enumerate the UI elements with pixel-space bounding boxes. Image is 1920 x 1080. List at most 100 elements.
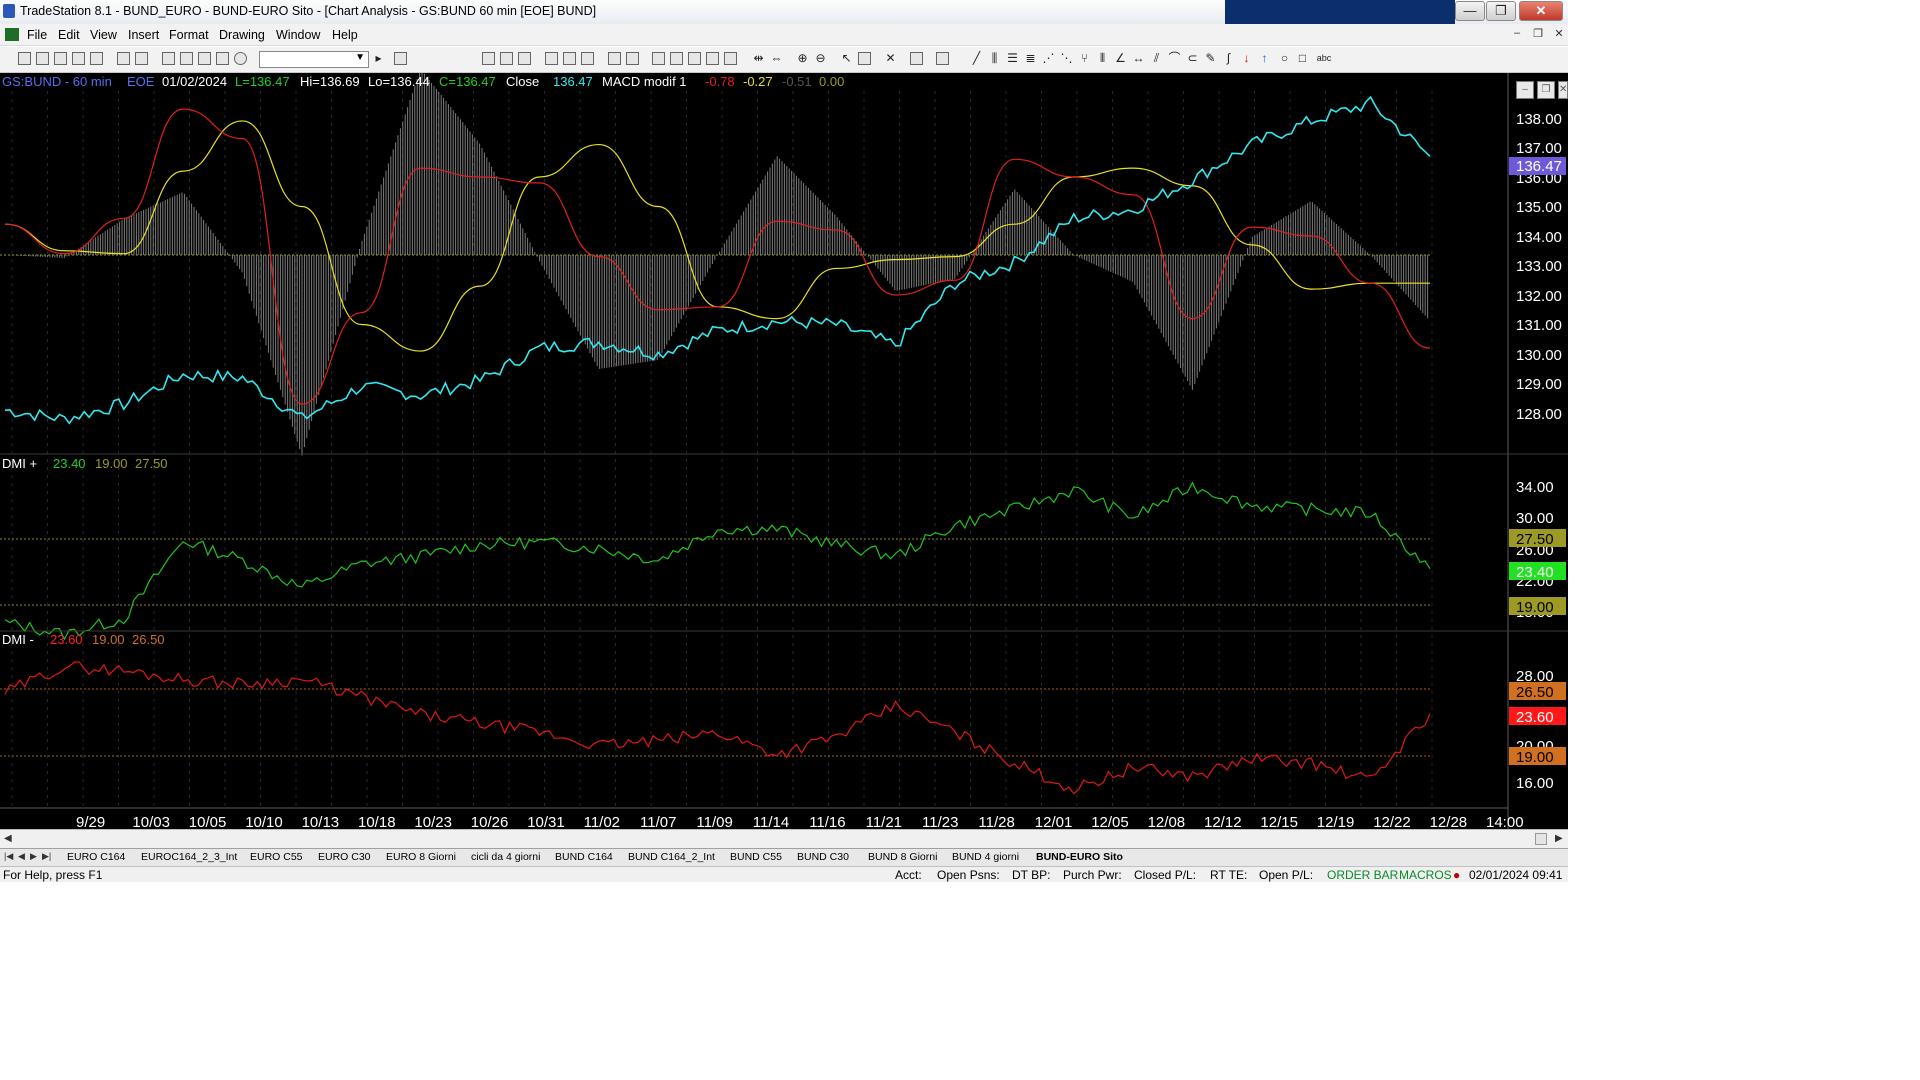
new-window-icon[interactable] — [72, 52, 85, 65]
lock-icon[interactable] — [198, 52, 211, 65]
chart-icon[interactable] — [545, 52, 558, 65]
refresh-icon[interactable] — [563, 52, 576, 65]
vertical-lines-icon[interactable]: ⫼ — [988, 52, 1001, 65]
scroll-left-icon[interactable]: ◀ — [4, 833, 12, 844]
menu-insert[interactable]: Insert — [128, 28, 159, 42]
next-tab-icon[interactable]: ▶ — [30, 851, 37, 862]
rectangle-icon[interactable]: □ — [1296, 52, 1309, 65]
tab-bund-c164-2-int[interactable]: BUND C164_2_Int — [628, 851, 715, 863]
tab-euroc164-2-3-int[interactable]: EUROC164_2_3_Int — [141, 851, 237, 863]
chart-minimize-button[interactable]: – — [1516, 81, 1534, 99]
matrix-icon[interactable] — [670, 52, 683, 65]
tab-euro-8-giorni[interactable]: EURO 8 Giorni — [386, 851, 456, 863]
pointer-icon[interactable]: ↖ — [840, 52, 853, 65]
tab-cicli-da-4-giorni[interactable]: cicli da 4 giorni — [471, 851, 540, 863]
open-workspace-icon[interactable] — [54, 52, 67, 65]
hotlist-icon[interactable] — [688, 52, 701, 65]
gann-fan-icon[interactable]: ⋰ — [1042, 52, 1055, 65]
radar-icon[interactable] — [608, 52, 621, 65]
menu-file[interactable]: File — [27, 28, 47, 42]
close-button[interactable]: ✕ — [1519, 1, 1563, 21]
regression-icon[interactable]: ∠ — [1114, 52, 1127, 65]
scroll-thumb[interactable] — [1535, 833, 1547, 845]
paint-icon[interactable] — [216, 52, 229, 65]
bars-icon[interactable] — [706, 52, 719, 65]
horizontal-scrollbar[interactable]: ◀ ▶ — [0, 829, 1568, 848]
mdi-minimize-button[interactable]: – — [1508, 27, 1526, 43]
andrews-pitchfork-icon[interactable]: ⑂ — [1078, 52, 1091, 65]
compress-icon[interactable]: ⇔ — [770, 52, 783, 65]
globe-icon[interactable] — [234, 52, 247, 65]
link-icon[interactable] — [581, 52, 594, 65]
trendline-icon[interactable]: ╱ — [970, 52, 983, 65]
minimize-button[interactable]: — — [1455, 1, 1485, 21]
print-icon[interactable] — [135, 52, 148, 65]
menu-format[interactable]: Format — [169, 28, 209, 42]
symbol-search-icon[interactable] — [394, 52, 407, 65]
zoom-in-icon[interactable]: ⊕ — [796, 52, 809, 65]
options-icon[interactable] — [652, 52, 665, 65]
symbol-combo[interactable]: ▼ — [259, 51, 369, 68]
up-arrow-icon[interactable]: ↑ — [1258, 52, 1271, 65]
copy-icon[interactable] — [180, 52, 193, 65]
tab-bund-c164[interactable]: BUND C164 — [555, 851, 613, 863]
text-tool-icon[interactable]: abc — [1314, 52, 1334, 65]
ellipse-icon[interactable]: ⊂ — [1186, 52, 1199, 65]
tab-bund-c30[interactable]: BUND C30 — [797, 851, 849, 863]
prev-tab-icon[interactable]: ◀ — [18, 851, 25, 862]
open-icon[interactable] — [36, 52, 49, 65]
menu-view[interactable]: View — [90, 28, 117, 42]
circle-icon[interactable]: ○ — [1278, 52, 1291, 65]
arrow-horizontal-icon[interactable]: ↔ — [1132, 52, 1145, 65]
mdi-restore-button[interactable]: ❐ — [1529, 27, 1547, 43]
new-icon[interactable] — [18, 52, 31, 65]
expand-icon[interactable]: ⇹ — [752, 52, 765, 65]
tools-icon[interactable]: ✕ — [884, 52, 897, 65]
scroll-right-icon[interactable]: ▶ — [1555, 833, 1563, 844]
tab-bund-4-giorni[interactable]: BUND 4 giorni — [952, 851, 1019, 863]
fibonacci-icon[interactable]: ≣ — [1024, 52, 1037, 65]
horizontal-lines-icon[interactable]: ☰ — [1006, 52, 1019, 65]
order-bar-button[interactable]: ORDER BAR — [1327, 868, 1398, 882]
scanner-icon[interactable] — [626, 52, 639, 65]
menu-edit[interactable]: Edit — [58, 28, 80, 42]
tab-euro-c164[interactable]: EURO C164 — [67, 851, 125, 863]
save-icon[interactable] — [90, 52, 103, 65]
first-tab-icon[interactable]: |◀ — [4, 851, 13, 862]
chart-restore-button[interactable]: ❐ — [1537, 81, 1555, 99]
mdi-close-button[interactable]: ✕ — [1550, 27, 1568, 43]
parallel-lines-icon[interactable]: ⫽ — [1150, 52, 1163, 65]
time-zones-icon[interactable]: ⦀ — [1096, 52, 1109, 65]
arc-icon[interactable]: ⌒ — [1168, 52, 1181, 65]
grid-icon[interactable] — [518, 52, 531, 65]
speed-lines-icon[interactable]: ⋱ — [1060, 52, 1073, 65]
insert-indicator-icon[interactable] — [858, 52, 871, 65]
format-icon[interactable] — [910, 52, 923, 65]
menu-window[interactable]: Window — [276, 28, 320, 42]
menu-drawing[interactable]: Drawing — [219, 28, 265, 42]
candles-icon[interactable] — [724, 52, 737, 65]
chart-canvas[interactable]: GS:BUND - 60 min EOE 01/02/2024 L=136.47… — [0, 73, 1568, 829]
chart-close-button[interactable]: ✕ — [1558, 81, 1568, 99]
freehand-icon[interactable]: ∫ — [1222, 52, 1235, 65]
last-tab-icon[interactable]: ▶| — [42, 851, 51, 862]
page-layout-icon[interactable] — [500, 52, 513, 65]
down-arrow-icon[interactable]: ↓ — [1240, 52, 1253, 65]
print-preview-icon[interactable] — [117, 52, 130, 65]
menu-help[interactable]: Help — [332, 28, 358, 42]
play-arrow-icon[interactable]: ▸ — [372, 52, 385, 65]
pencil-icon[interactable]: ✎ — [1204, 52, 1217, 65]
tab-euro-c30[interactable]: EURO C30 — [318, 851, 371, 863]
tab-bund-c55[interactable]: BUND C55 — [730, 851, 782, 863]
macros-button[interactable]: MACROS — [1399, 868, 1452, 882]
restore-button[interactable]: ❐ — [1486, 1, 1516, 21]
tab-euro-c55[interactable]: EURO C55 — [250, 851, 303, 863]
tab-bund-euro-sito[interactable]: BUND-EURO Sito — [1036, 851, 1123, 863]
tab-bund-8-giorni[interactable]: BUND 8 Giorni — [868, 851, 937, 863]
cut-icon[interactable] — [162, 52, 175, 65]
layout-icon[interactable] — [482, 52, 495, 65]
chart-analysis-window[interactable]: GS:BUND - 60 min EOE 01/02/2024 L=136.47… — [0, 73, 1568, 848]
zoom-out-icon[interactable]: ⊖ — [814, 52, 827, 65]
header-low: Lo=136.44 — [368, 74, 430, 89]
disabled-icon[interactable] — [936, 52, 949, 65]
